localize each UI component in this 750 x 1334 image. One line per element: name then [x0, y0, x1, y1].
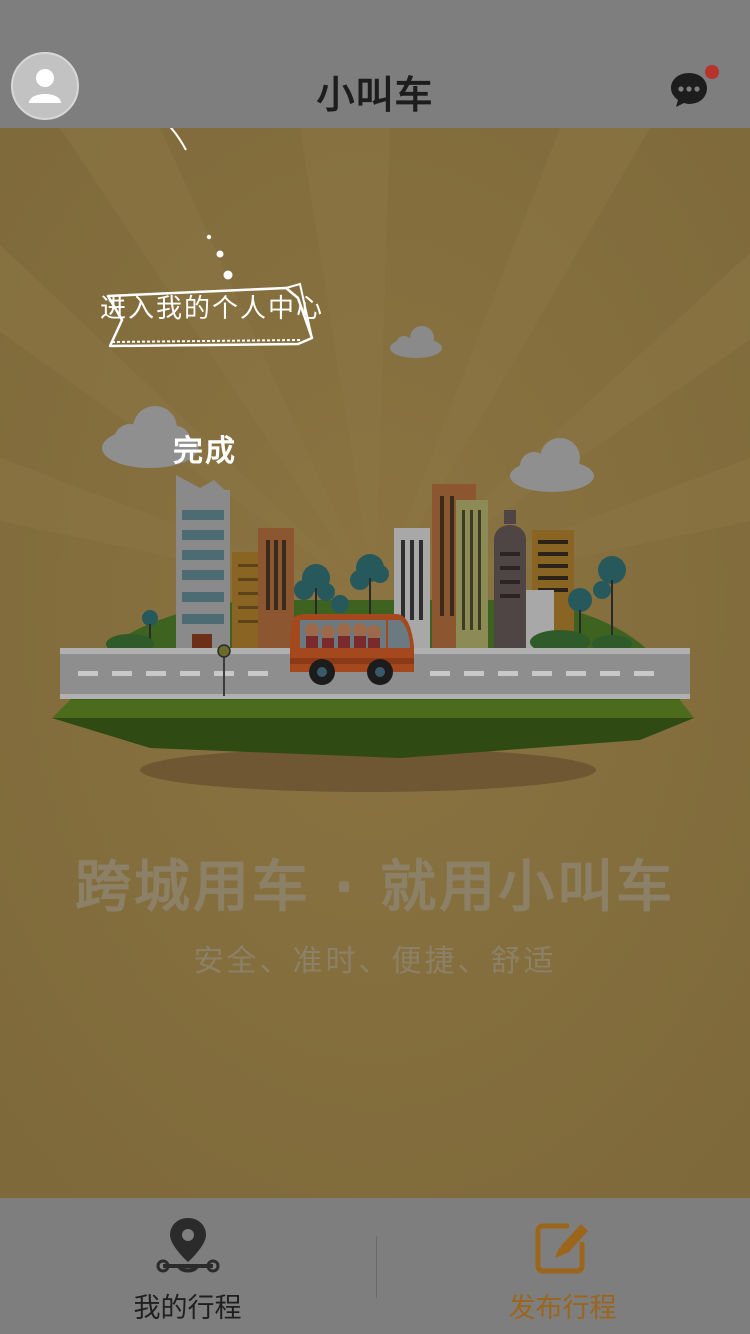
edit-icon — [535, 1223, 588, 1274]
done-button[interactable]: 完成 — [110, 426, 300, 470]
tab-my-trips-label: 我的行程 — [133, 1293, 242, 1324]
hero-area: 进入我的个人中心 完成 跨城用车 · 就用小叫车 安全、准时、便捷、舒适 — [0, 128, 750, 1198]
top-bar: 小叫车 — [0, 0, 750, 128]
tab-my-trips[interactable]: 我的行程 — [0, 1198, 375, 1334]
slogan: 跨城用车 · 就用小叫车 — [74, 855, 676, 920]
chat-bubble-icon[interactable] — [668, 70, 710, 110]
unread-badge — [705, 65, 719, 79]
location-route-icon — [156, 1218, 219, 1273]
guide-hint: 进入我的个人中心 — [100, 294, 325, 324]
sub-slogan: 安全、准时、便捷、舒适 — [193, 944, 557, 979]
bottom-tab-bar: 我的行程 发布行程 — [0, 1198, 750, 1334]
page-title: 小叫车 — [316, 73, 434, 117]
tab-publish-trip-label: 发布行程 — [508, 1293, 617, 1324]
tab-publish-trip[interactable]: 发布行程 — [375, 1198, 750, 1334]
tab-divider — [376, 1236, 377, 1298]
